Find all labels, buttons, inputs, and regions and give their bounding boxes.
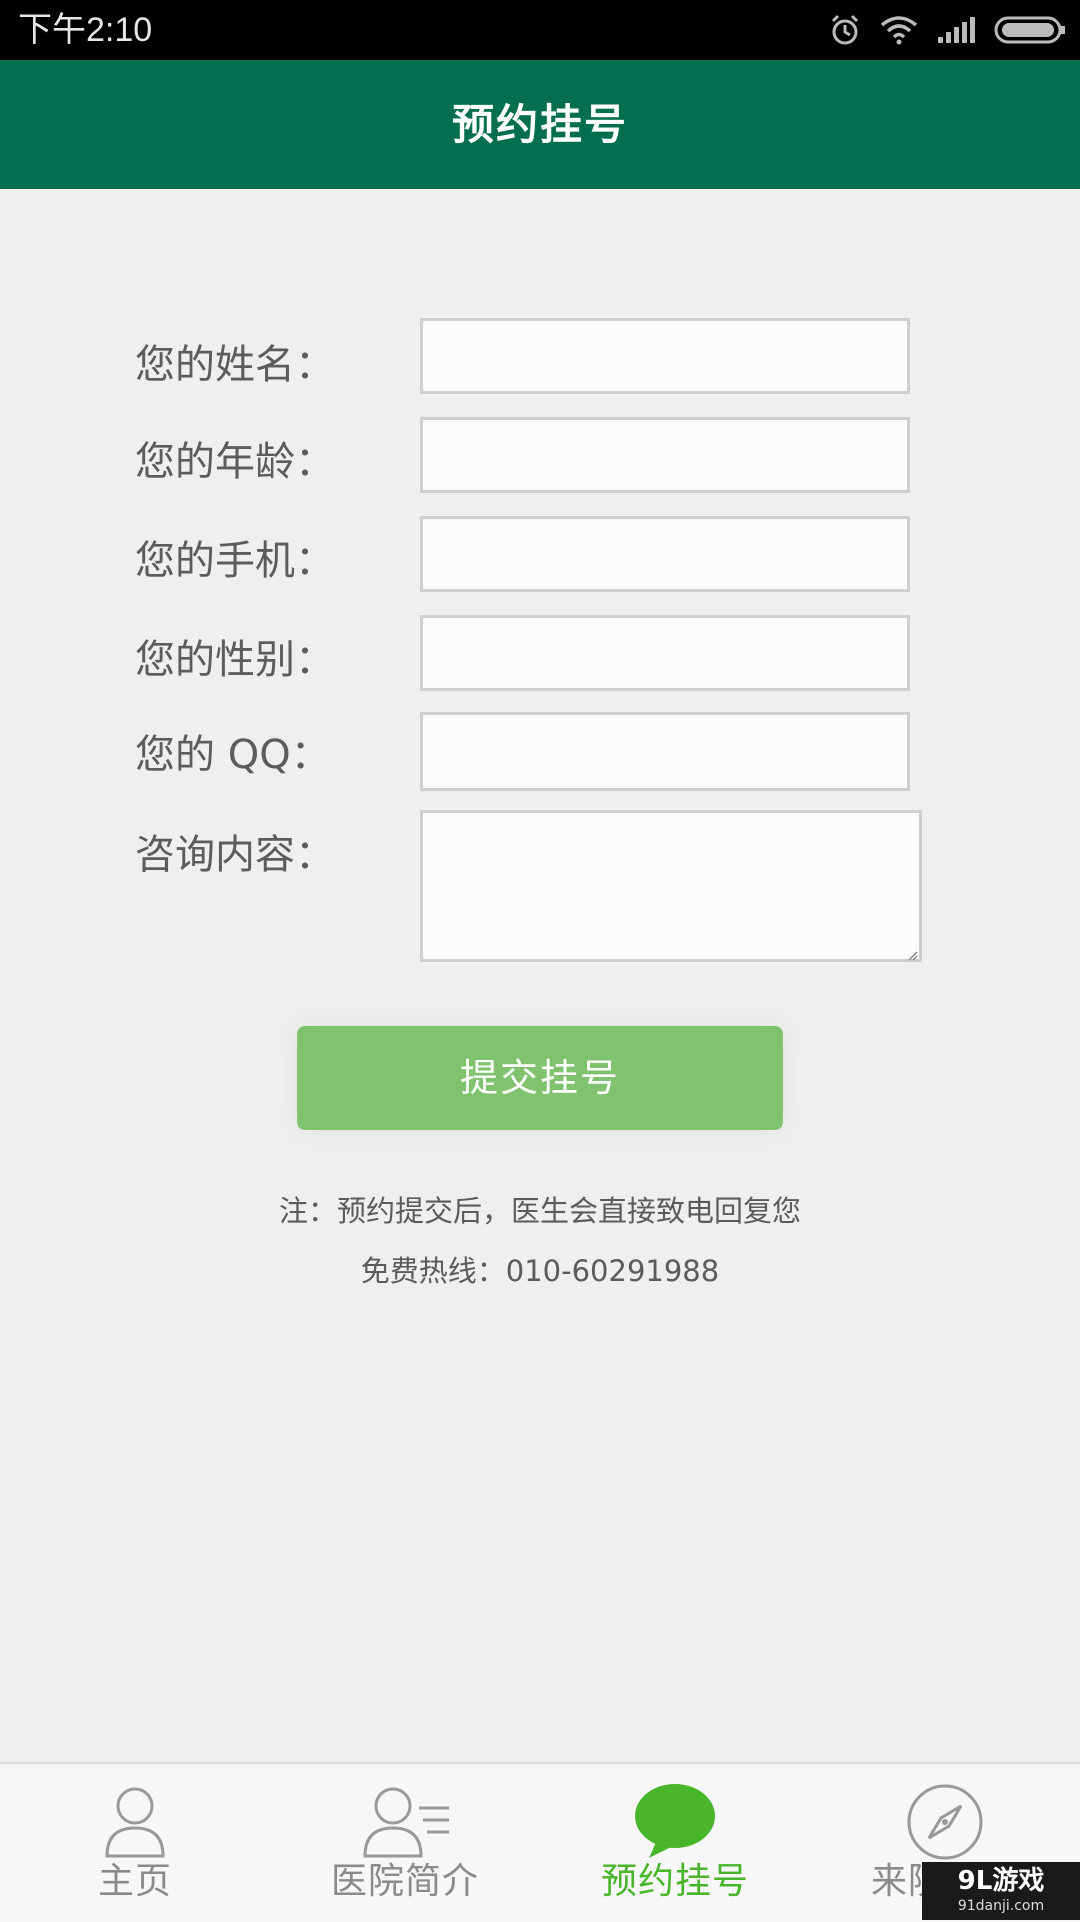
- qq-label: 您的 QQ：: [135, 732, 331, 778]
- name-input[interactable]: [420, 318, 910, 394]
- watermark-sub-text: 91danji.com: [957, 1898, 1045, 1914]
- status-time: 下午2:10: [18, 11, 153, 49]
- name-label: 您的姓名：: [135, 342, 335, 388]
- page-title: 预约挂号: [451, 100, 628, 149]
- app-header: 预约挂号: [0, 60, 1080, 189]
- alarm-icon: [828, 13, 862, 47]
- submit-button[interactable]: 提交挂号: [297, 1026, 783, 1130]
- consult-label: 咨询内容：: [135, 832, 335, 878]
- watermark-logo: 9L游戏 91danji.com: [922, 1862, 1080, 1920]
- note-text: 注：预约提交后，医生会直接致电回复您: [278, 1194, 801, 1228]
- age-input[interactable]: [420, 417, 910, 493]
- hotline-text: 免费热线：010-60291988: [360, 1254, 720, 1288]
- gender-label: 您的性别：: [135, 637, 335, 683]
- nav-item-hospital-intro[interactable]: 医院简介: [270, 1764, 540, 1922]
- resize-handle-icon[interactable]: [906, 946, 918, 965]
- age-label: 您的年龄：: [135, 439, 335, 485]
- signal-icon: [936, 15, 976, 45]
- phone-input[interactable]: [420, 516, 910, 592]
- nav-item-appointment[interactable]: 预约挂号: [540, 1764, 810, 1922]
- qq-input[interactable]: [420, 712, 910, 791]
- nav-label-home: 主页: [97, 1861, 172, 1902]
- bottom-nav: 主页 医院简介 预约挂号 来院路线: [0, 1762, 1080, 1922]
- phone-label: 您的手机：: [135, 538, 335, 584]
- status-icons: [828, 10, 1066, 50]
- status-bar: 下午2:10: [0, 0, 1080, 60]
- battery-icon: [994, 15, 1066, 45]
- nav-item-home[interactable]: 主页: [0, 1764, 270, 1922]
- nav-label-appointment: 预约挂号: [600, 1861, 749, 1902]
- watermark-main-text: 9L游戏: [957, 1866, 1045, 1896]
- wifi-icon: [880, 15, 918, 45]
- chat-bubble-icon: [633, 1782, 717, 1862]
- nav-label-hospital-intro: 医院简介: [330, 1861, 479, 1902]
- gender-input[interactable]: [420, 615, 910, 691]
- consult-textarea[interactable]: [420, 810, 922, 962]
